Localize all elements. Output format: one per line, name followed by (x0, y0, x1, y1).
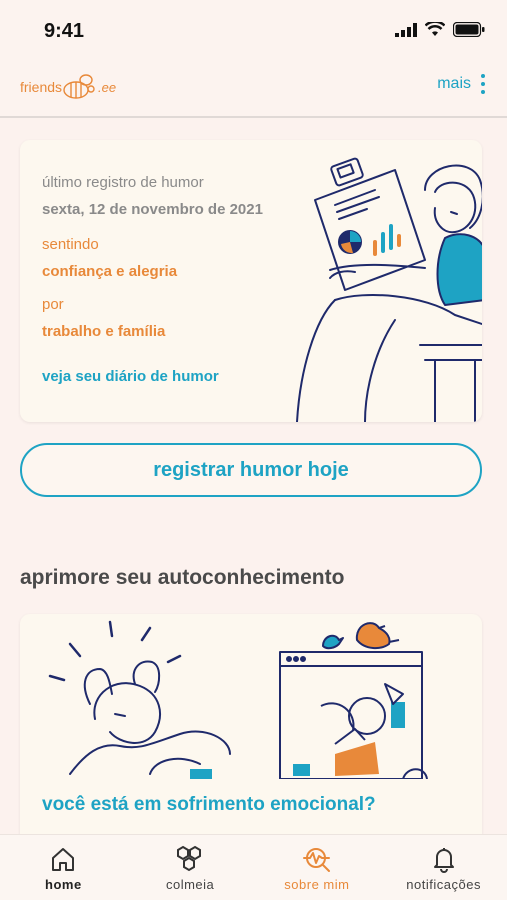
nav-label-notifications: notificações (406, 877, 481, 892)
status-time: 9:41 (44, 20, 85, 42)
last-record-label: último registro de humor (42, 174, 204, 191)
heartbeat-icon (302, 848, 330, 872)
reason-value: trabalho e família (42, 323, 166, 340)
signal-icon (395, 22, 417, 37)
nav-label-about-me: sobre mim (284, 877, 350, 892)
mood-text: último registro de humor sexta, 12 de no… (42, 174, 292, 340)
bottom-navigation: home colmeia sobre mim notificações (0, 834, 507, 900)
person-with-clipboard-illustration (296, 157, 482, 422)
more-label: mais (437, 75, 471, 92)
section-title: aprimore seu autoconhecimento (20, 566, 345, 589)
hive-icon (177, 845, 202, 872)
nav-item-hive[interactable]: colmeia (127, 835, 254, 900)
status-bar: 9:41 (0, 0, 507, 60)
emotional-distress-card[interactable]: você está em sofrimento emocional? (20, 614, 482, 850)
feeling-label: sentindo (42, 236, 99, 253)
nav-item-notifications[interactable]: notificações (380, 835, 507, 900)
mood-card: último registro de humor sexta, 12 de no… (20, 140, 482, 422)
last-record-date: sexta, 12 de novembro de 2021 (42, 201, 263, 218)
nav-item-home[interactable]: home (0, 835, 127, 900)
wifi-icon (425, 22, 445, 36)
stressed-person-illustration (48, 620, 231, 779)
feeling-value: confiança e alegria (42, 263, 178, 280)
bell-icon (433, 848, 454, 873)
logo-suffix: .ee (98, 79, 117, 95)
emotional-distress-card-title: você está em sofrimento emocional? (42, 794, 376, 815)
register-mood-button[interactable]: registrar humor hoje (20, 443, 482, 497)
browser-window-birds-illustration (279, 622, 428, 779)
bee-icon (63, 74, 95, 99)
reason-label: por (42, 296, 64, 313)
more-menu-button[interactable]: mais (437, 74, 485, 94)
kebab-menu-icon (481, 74, 485, 94)
battery-icon (453, 22, 485, 37)
home-icon (52, 848, 75, 871)
friends-bee-logo[interactable]: friends .ee (20, 74, 116, 100)
status-icons (395, 22, 485, 37)
nav-label-hive: colmeia (165, 877, 215, 892)
mood-diary-link[interactable]: veja seu diário de humor (42, 368, 219, 385)
nav-item-about-me[interactable]: sobre mim (254, 835, 381, 900)
nav-label-home: home (45, 877, 82, 892)
app-header: friends .ee mais (0, 60, 507, 118)
logo-text: friends (20, 79, 63, 95)
